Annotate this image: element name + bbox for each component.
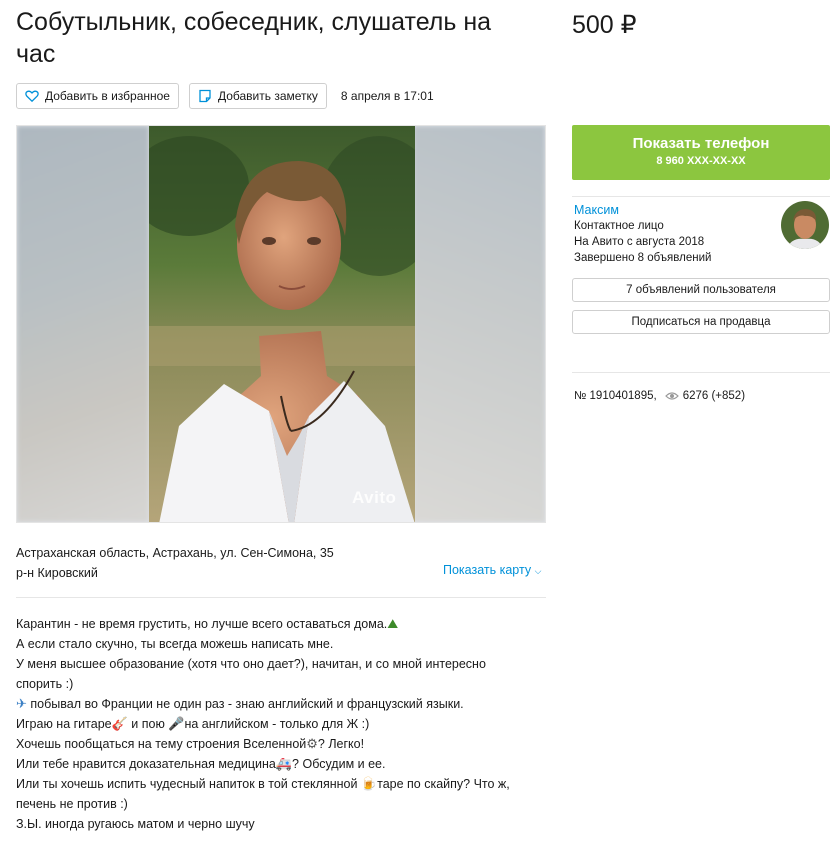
gallery-blur-left [17, 126, 149, 522]
description-line: У меня высшее образование (хотя что оно … [16, 657, 486, 671]
airplane-emoji-icon: ✈ [16, 696, 27, 711]
show-map-link[interactable]: Показать карту ⌵ [443, 563, 541, 577]
price: 500 ₽ [572, 11, 637, 39]
subscribe-seller-button[interactable]: Подписаться на продавца [572, 310, 830, 334]
completed-ads: Завершено 8 объявлений [574, 252, 712, 264]
seller-info: Максим Контактное лицо На Авито с август… [574, 202, 711, 266]
heart-icon [25, 89, 39, 103]
listing-actions: Добавить в избранное Добавить заметку 8 … [16, 83, 434, 109]
description-line: Хочешь пообщаться на тему строения Вселе… [16, 734, 551, 754]
seller-name-link[interactable]: Максим [574, 202, 711, 218]
address-text: Астраханская область, Астрахань, ул. Сен… [16, 546, 334, 560]
ad-meta: № 1910401895, 6276 (+852) [574, 390, 745, 402]
description: Карантин - не время грустить, но лучше в… [16, 614, 551, 834]
description-line: Карантин - не время грустить, но лучше в… [16, 614, 551, 634]
show-phone-label: Показать телефон [632, 135, 770, 152]
microphone-emoji-icon: 🎤 [168, 716, 185, 731]
description-line: ✈ побывал во Франции не один раз - знаю … [16, 694, 551, 714]
seller-avatar[interactable] [781, 201, 829, 249]
district-text: р-н Кировский [16, 566, 98, 580]
divider [16, 597, 546, 598]
description-line: печень не против :) [16, 797, 128, 811]
description-line: З.Ы. иногда ругаюсь матом и черно шучу [16, 817, 255, 831]
add-note-label: Добавить заметку [217, 89, 318, 103]
ad-number: № 1910401895, [574, 390, 657, 402]
gallery-blur-right [413, 126, 545, 522]
add-note-button[interactable]: Добавить заметку [188, 83, 327, 109]
user-ads-button[interactable]: 7 объявлений пользователя [572, 278, 830, 302]
beer-emoji-icon: 🍺 [360, 776, 378, 791]
show-phone-button[interactable]: Показать телефон 8 960 XXX-XX-XX [572, 125, 830, 180]
add-to-favorites-label: Добавить в избранное [45, 89, 170, 103]
add-to-favorites-button[interactable]: Добавить в избранное [16, 83, 179, 109]
divider [572, 372, 830, 373]
description-line: Или ты хочешь испить чудесный напиток в … [16, 774, 551, 794]
description-line: А если стало скучно, ты всегда можешь на… [16, 637, 334, 651]
member-since: На Авито с августа 2018 [574, 236, 705, 248]
description-line: Играю на гитаре🎸 и пою 🎤на английском - … [16, 714, 551, 734]
main-photo[interactable] [149, 126, 415, 522]
listing-title: Собутыльник, собеседник, слушатель на ча… [16, 8, 492, 68]
divider [572, 196, 830, 197]
ambulance-emoji-icon: 🚑 [275, 756, 293, 771]
avito-watermark: Avito [352, 488, 397, 507]
eye-icon [664, 391, 679, 401]
posted-date: 8 апреля в 17:01 [340, 89, 434, 103]
masked-phone: 8 960 XXX-XX-XX [656, 155, 746, 167]
view-count: 6276 (+852) [682, 390, 746, 402]
note-icon [198, 89, 212, 103]
gear-emoji-icon: ⚙ [306, 736, 318, 751]
chevron-down-icon: ⌵ [534, 566, 542, 576]
show-map-label: Показать карту [443, 563, 532, 577]
photo-gallery[interactable]: Avito [16, 125, 546, 523]
address-block: Астраханская область, Астрахань, ул. Сен… [16, 543, 334, 583]
seller-type: Контактное лицо [574, 220, 664, 232]
description-line: спорить :) [16, 677, 74, 691]
guitar-emoji-icon: 🎸 [111, 716, 128, 731]
mountain-emoji-icon: ⛰ [387, 616, 399, 631]
description-line: Или тебе нравится доказательная медицина… [16, 754, 551, 774]
